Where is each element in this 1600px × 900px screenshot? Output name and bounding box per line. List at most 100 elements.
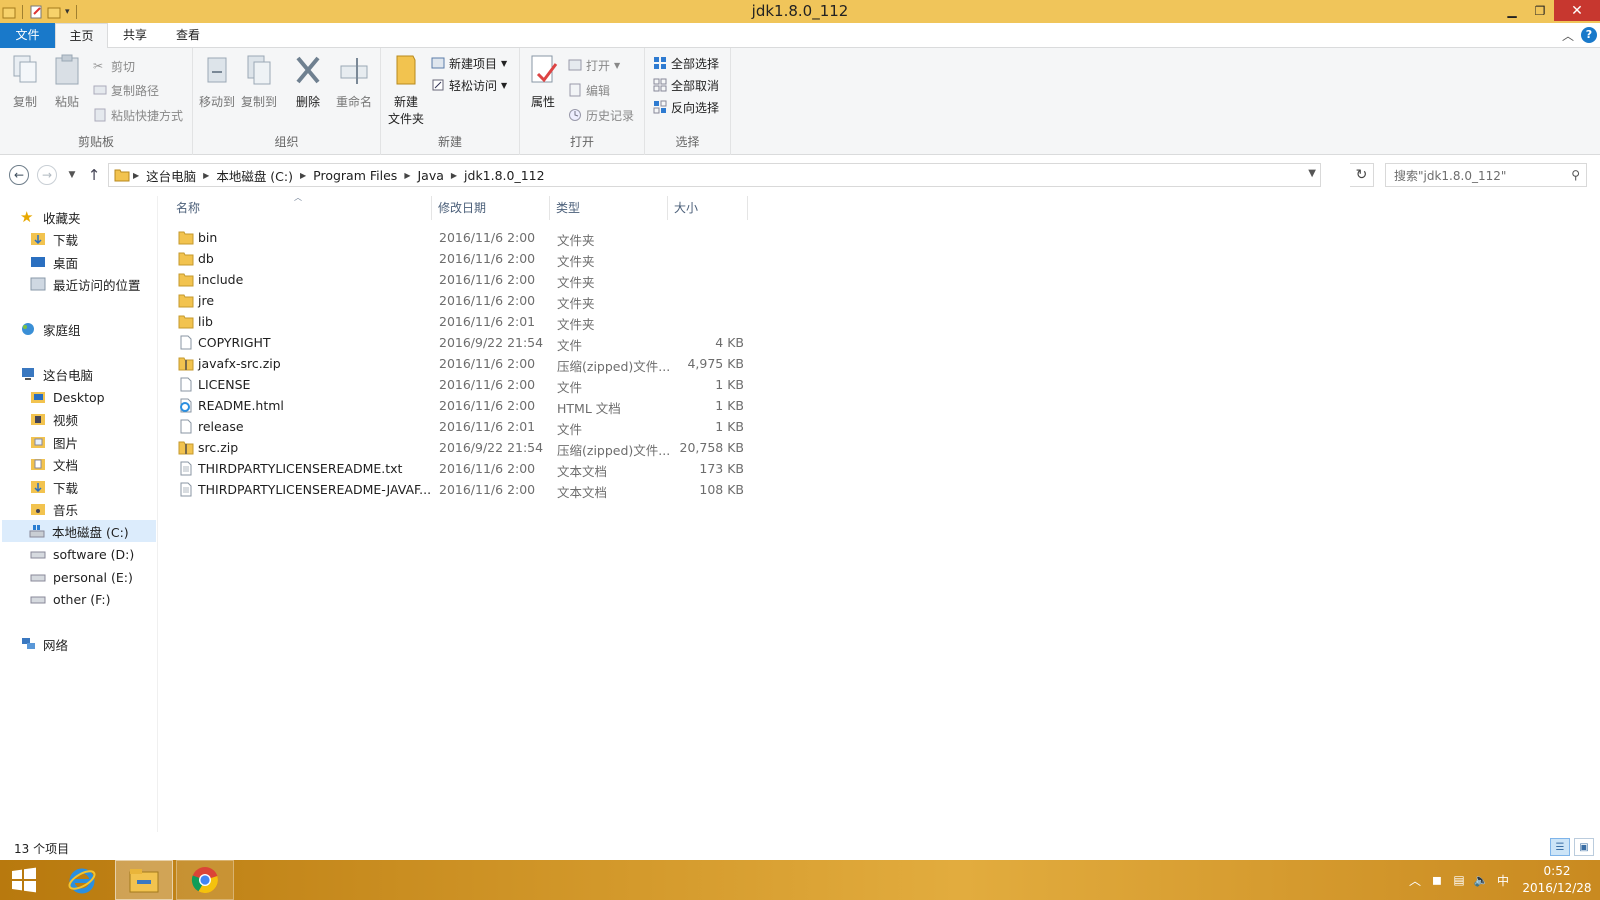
breadcrumb-separator-icon[interactable]: ▶ <box>130 171 142 180</box>
nav-item-local-disk-c[interactable]: 本地磁盘 (C:) <box>2 520 156 542</box>
breadcrumb-separator-icon[interactable]: ▶ <box>448 171 460 180</box>
nav-label: 收藏夹 <box>43 210 81 226</box>
minimize-button[interactable]: ▁ <box>1498 0 1526 21</box>
nav-item-desktop[interactable]: 桌面 <box>30 251 78 273</box>
file-row[interactable]: THIRDPARTYLICENSEREADME.txt 2016/11/6 2:0… <box>170 458 750 479</box>
tab-view[interactable]: 查看 <box>162 23 214 48</box>
file-row[interactable]: bin 2016/11/6 2:00 文件夹 <box>170 227 750 248</box>
close-button[interactable]: ✕ <box>1554 0 1600 21</box>
nav-item-music[interactable]: 音乐 <box>30 498 78 520</box>
forward-button[interactable]: → <box>37 165 57 185</box>
history-button[interactable]: 历史记录 <box>568 105 634 125</box>
nav-item-drive-f[interactable]: other (F:) <box>30 588 110 610</box>
up-arrow-icon: ↑ <box>87 166 101 184</box>
tray-app-icon[interactable]: ◼ <box>1426 873 1448 887</box>
nav-item-pictures[interactable]: 图片 <box>30 431 78 453</box>
show-hidden-icons-icon[interactable]: ︿ <box>1404 872 1426 889</box>
select-none-button[interactable]: 全部取消 <box>653 75 719 95</box>
nav-item-drive-e[interactable]: personal (E:) <box>30 566 133 588</box>
file-row[interactable]: jre 2016/11/6 2:00 文件夹 <box>170 290 750 311</box>
search-box[interactable]: 搜索"jdk1.8.0_112" ⚲ <box>1385 163 1587 187</box>
move-to-button[interactable]: 移动到 <box>197 54 237 110</box>
file-row[interactable]: README.html 2016/11/6 2:00 HTML 文档 1 KB <box>170 395 750 416</box>
volume-icon[interactable]: 🔈 <box>1470 873 1492 887</box>
paste-button[interactable]: 粘贴 <box>48 54 86 110</box>
new-folder-button[interactable]: 新建 文件夹 <box>387 54 425 127</box>
videos-icon <box>31 414 45 425</box>
new-item-button[interactable]: 新建项目 ▼ <box>431 53 507 73</box>
breadcrumb-jdk[interactable]: jdk1.8.0_112 <box>460 168 549 183</box>
column-name[interactable]: 名称 <box>170 196 432 220</box>
minimize-ribbon-icon[interactable]: ︿ <box>1562 27 1574 44</box>
file-date: 2016/11/6 2:00 <box>439 461 536 476</box>
nav-network[interactable]: 网络 <box>20 633 68 655</box>
breadcrumb-separator-icon[interactable]: ▶ <box>401 171 413 180</box>
breadcrumb-java[interactable]: Java <box>413 168 447 183</box>
easy-access-button[interactable]: 轻松访问 ▼ <box>431 75 507 95</box>
file-row[interactable]: THIRDPARTYLICENSEREADME-JAVAF... 2016/11/… <box>170 479 750 500</box>
properties-button[interactable]: 属性 <box>524 54 562 110</box>
file-row[interactable]: LICENSE 2016/11/6 2:00 文件 1 KB <box>170 374 750 395</box>
back-button[interactable]: ← <box>9 165 29 185</box>
nav-this-pc[interactable]: 这台电脑 <box>20 363 93 385</box>
network-icon <box>22 638 35 649</box>
invert-selection-button[interactable]: 反向选择 <box>653 97 719 117</box>
tab-home[interactable]: 主页 <box>55 23 108 49</box>
breadcrumb-this-pc[interactable]: 这台电脑 <box>142 166 200 185</box>
copy-to-button[interactable]: 复制到 <box>239 54 279 110</box>
nav-item-documents[interactable]: 文档 <box>30 453 78 475</box>
nav-homegroup[interactable]: 家庭组 <box>20 318 81 340</box>
nav-item-desktop-folder[interactable]: Desktop <box>30 386 105 408</box>
help-icon[interactable]: ? <box>1581 27 1597 43</box>
rename-button[interactable]: 重命名 <box>333 54 375 110</box>
column-type[interactable]: 类型 <box>550 196 668 220</box>
breadcrumb-separator-icon[interactable]: ▶ <box>200 171 212 180</box>
file-row[interactable]: COPYRIGHT 2016/9/22 21:54 文件 4 KB <box>170 332 750 353</box>
file-row[interactable]: src.zip 2016/9/22 21:54 压缩(zipped)文件... 20,… <box>170 437 750 458</box>
up-button[interactable]: ↑ <box>84 165 104 185</box>
network-status-icon[interactable]: ▤ <box>1448 873 1470 887</box>
taskbar-file-explorer[interactable] <box>115 860 173 900</box>
nav-item-downloads-pc[interactable]: 下载 <box>30 476 78 498</box>
clock[interactable]: 0:52 2016/12/28 <box>1514 863 1600 897</box>
address-bar[interactable]: ▶ 这台电脑 ▶ 本地磁盘 (C:) ▶ Program Files ▶ Jav… <box>108 163 1321 187</box>
restore-button[interactable]: ❐ <box>1526 0 1554 21</box>
details-view-icon[interactable]: ☰ <box>1550 838 1570 856</box>
nav-item-downloads[interactable]: 下载 <box>30 228 78 250</box>
nav-item-videos[interactable]: 视频 <box>30 408 78 430</box>
input-method-indicator[interactable]: 中 <box>1492 872 1514 889</box>
recent-locations-button[interactable]: ▼ <box>62 165 82 185</box>
large-icons-view-icon[interactable]: ▣ <box>1574 838 1594 856</box>
address-dropdown-icon[interactable]: ▼ <box>1308 168 1316 179</box>
copy-path-button[interactable]: 复制路径 <box>93 80 159 100</box>
file-row[interactable]: lib 2016/11/6 2:01 文件夹 <box>170 311 750 332</box>
cut-button[interactable]: ✂ 剪切 <box>93 56 135 76</box>
taskbar-chrome[interactable] <box>176 860 234 900</box>
tab-file[interactable]: 文件 <box>0 23 55 48</box>
nav-favorites[interactable]: ★ 收藏夹 <box>20 206 81 228</box>
edit-button[interactable]: 编辑 <box>568 80 610 100</box>
refresh-button[interactable]: ↻ <box>1350 163 1374 187</box>
nav-item-drive-d[interactable]: software (D:) <box>30 543 134 565</box>
breadcrumb-separator-icon[interactable]: ▶ <box>297 171 309 180</box>
column-size[interactable]: 大小 <box>668 196 748 220</box>
search-icon[interactable]: ⚲ <box>1571 168 1580 182</box>
file-row[interactable]: include 2016/11/6 2:00 文件夹 <box>170 269 750 290</box>
start-button[interactable] <box>0 860 48 900</box>
breadcrumb-program-files[interactable]: Program Files <box>309 168 401 183</box>
copy-button[interactable]: 复制 <box>6 54 44 110</box>
column-date[interactable]: 修改日期 <box>432 196 550 220</box>
delete-button[interactable]: 删除 <box>289 54 327 110</box>
open-button[interactable]: 打开 ▼ <box>568 55 620 75</box>
file-row[interactable]: javafx-src.zip 2016/11/6 2:00 压缩(zipped)文件… <box>170 353 750 374</box>
file-date: 2016/11/6 2:01 <box>439 314 536 329</box>
paste-shortcut-button[interactable]: 粘贴快捷方式 <box>93 105 183 125</box>
breadcrumb-local-disk[interactable]: 本地磁盘 (C:) <box>212 166 297 185</box>
file-row[interactable]: db 2016/11/6 2:00 文件夹 <box>170 248 750 269</box>
nav-item-recent[interactable]: 最近访问的位置 <box>30 273 141 295</box>
tab-share[interactable]: 共享 <box>110 23 160 48</box>
file-row[interactable]: release 2016/11/6 2:01 文件 1 KB <box>170 416 750 437</box>
select-all-button[interactable]: 全部选择 <box>653 53 719 73</box>
taskbar-ie[interactable] <box>58 860 106 900</box>
clipboard-group: 复制 粘贴 ✂ 剪切 复制路径 粘贴快捷方式 剪贴板 <box>0 48 193 155</box>
